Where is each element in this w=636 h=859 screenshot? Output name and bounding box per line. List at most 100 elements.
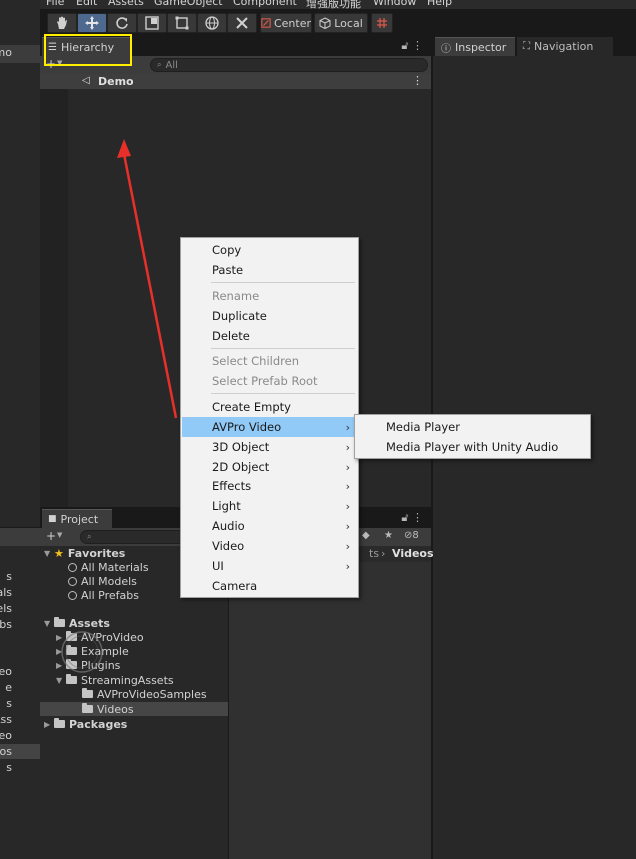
menu-item-3d-object[interactable]: 3D Object ›	[182, 437, 358, 457]
menu-label: Video	[212, 539, 245, 553]
tree-streamingassets[interactable]: ▼ StreamingAssets	[56, 673, 174, 687]
menu-item-avpro-video[interactable]: AVPro Video ›	[182, 417, 358, 437]
pivot-label: Center	[273, 16, 311, 30]
folder-open-icon	[66, 674, 77, 684]
menu-enhanced-features[interactable]: 增强版功能	[306, 0, 361, 9]
tree-videos[interactable]: Videos	[82, 702, 134, 716]
hand-tool-button[interactable]	[47, 13, 77, 33]
tree-label: All Materials	[81, 560, 149, 574]
expand-arrow-icon[interactable]: ▼	[44, 619, 54, 628]
expand-arrow-icon[interactable]: ▼	[56, 676, 66, 685]
move-tool-button[interactable]	[77, 13, 107, 33]
tree-label: StreamingAssets	[81, 673, 174, 687]
rotate-icon	[116, 17, 128, 29]
hierarchy-search-input[interactable]: ⌕ All	[150, 58, 428, 72]
menu-label: Audio	[212, 519, 245, 533]
hierarchy-lock-menu[interactable]: 🔓︎ ⋮	[401, 39, 423, 53]
expand-arrow-icon[interactable]: ▼	[44, 549, 54, 558]
menu-item-media-player[interactable]: Media Player	[356, 417, 590, 437]
tab-inspector[interactable]: ⓘ Inspector	[435, 37, 515, 56]
project-add-button[interactable]: +	[46, 529, 56, 543]
collapse-arrow-icon[interactable]: ▶	[44, 720, 54, 729]
menu-item-create-empty[interactable]: Create Empty	[182, 397, 358, 417]
menu-item-paste[interactable]: Paste	[182, 260, 358, 280]
breadcrumb-parent[interactable]: ts	[369, 547, 379, 560]
rotate-tool-button[interactable]	[107, 13, 137, 33]
grid-snap-button[interactable]	[371, 13, 393, 33]
tab-project[interactable]: ■ Project	[42, 509, 112, 528]
menu-item-camera[interactable]: Camera	[182, 576, 358, 596]
menu-item-ui[interactable]: UI ›	[182, 556, 358, 576]
menu-gameobject[interactable]: GameObject	[154, 0, 223, 8]
custom-tool-button[interactable]	[227, 13, 257, 33]
hidden-toggle[interactable]: ⊘8	[404, 530, 419, 541]
star-filter-icon[interactable]: ★	[384, 530, 393, 541]
menu-separator	[211, 393, 355, 394]
menu-window[interactable]: Window	[373, 0, 416, 8]
hand-icon	[57, 16, 67, 29]
left-panel-text: e	[5, 681, 12, 694]
tree-avprovideosamples[interactable]: AVProVideoSamples	[82, 687, 207, 701]
loading-spinner-icon	[61, 631, 103, 673]
tree-all-prefabs[interactable]: All Prefabs	[68, 588, 139, 602]
toolbar: Center Local	[40, 9, 636, 37]
assets-label: Assets	[69, 616, 110, 630]
menu-item-media-player-unity-audio[interactable]: Media Player with Unity Audio	[356, 437, 590, 457]
tree-all-materials[interactable]: All Materials	[68, 560, 149, 574]
left-panel-text: dels	[0, 602, 12, 615]
tab-navigation[interactable]: ⛶ Navigation	[517, 37, 613, 56]
menu-help[interactable]: Help	[427, 0, 452, 8]
tools-icon	[236, 17, 248, 29]
transform-tool-button[interactable]	[197, 13, 227, 33]
menu-edit[interactable]: Edit	[76, 0, 97, 8]
menu-assets[interactable]: Assets	[108, 0, 144, 8]
menu-label: UI	[212, 559, 224, 573]
menu-label: Light	[212, 499, 241, 513]
annotation-highlight-box	[44, 34, 132, 66]
left-panel-text: mo	[0, 46, 12, 59]
tag-filter-icon[interactable]: ◆	[362, 530, 370, 541]
menu-file[interactable]: File	[46, 0, 64, 8]
menu-item-light[interactable]: Light ›	[182, 496, 358, 516]
scene-row-demo[interactable]: ◁ Demo ⋮	[40, 74, 431, 89]
search-icon: ⌕	[157, 60, 162, 69]
inspector-tab-label: Inspector	[455, 40, 507, 54]
search-icon	[68, 576, 77, 586]
menu-label: Camera	[212, 579, 258, 593]
left-panel-text: eos	[0, 745, 12, 758]
tree-favorites[interactable]: ▼ ★ Favorites	[44, 546, 125, 560]
menu-item-duplicate[interactable]: Duplicate	[182, 306, 358, 326]
tree-assets[interactable]: ▼ Assets	[44, 616, 110, 630]
dropdown-caret-icon[interactable]: ▼	[57, 531, 62, 539]
menu-separator	[211, 282, 355, 283]
menu-item-delete[interactable]: Delete	[182, 326, 358, 346]
space-local-toggle[interactable]: Local	[314, 13, 368, 33]
search-icon	[68, 590, 77, 600]
scene-menu-icon[interactable]: ⋮	[412, 74, 423, 87]
scale-tool-button[interactable]	[137, 13, 167, 33]
menu-item-copy[interactable]: Copy	[182, 240, 358, 260]
context-menu: Copy Paste Rename Duplicate Delete Selec…	[180, 237, 359, 598]
menu-item-video[interactable]: Video ›	[182, 536, 358, 556]
folder-icon	[82, 688, 93, 698]
menu-item-rename: Rename	[182, 286, 358, 306]
tree-packages[interactable]: ▶ Packages	[44, 717, 127, 731]
menu-label: 2D Object	[212, 460, 270, 474]
tree-all-models[interactable]: All Models	[68, 574, 137, 588]
menu-item-audio[interactable]: Audio ›	[182, 516, 358, 536]
left-panel-bar	[0, 528, 40, 546]
menu-component[interactable]: Component	[233, 0, 297, 8]
menu-item-2d-object[interactable]: 2D Object ›	[182, 457, 358, 477]
left-panel-text: s	[6, 697, 12, 710]
project-tab-label: Project	[60, 512, 99, 526]
rect-tool-button[interactable]	[167, 13, 197, 33]
tree-label: All Prefabs	[81, 588, 139, 602]
menu-item-effects[interactable]: Effects ›	[182, 476, 358, 496]
pivot-center-toggle[interactable]: Center	[260, 13, 312, 33]
chevron-right-icon: ›	[345, 519, 350, 533]
chevron-right-icon: ›	[345, 440, 350, 454]
breadcrumb-current[interactable]: Videos	[392, 547, 434, 560]
avpro-video-submenu: Media Player Media Player with Unity Aud…	[354, 414, 591, 459]
project-lock-menu[interactable]: 🔓︎ ⋮	[401, 511, 423, 525]
navigation-tab-label: Navigation	[534, 40, 594, 53]
